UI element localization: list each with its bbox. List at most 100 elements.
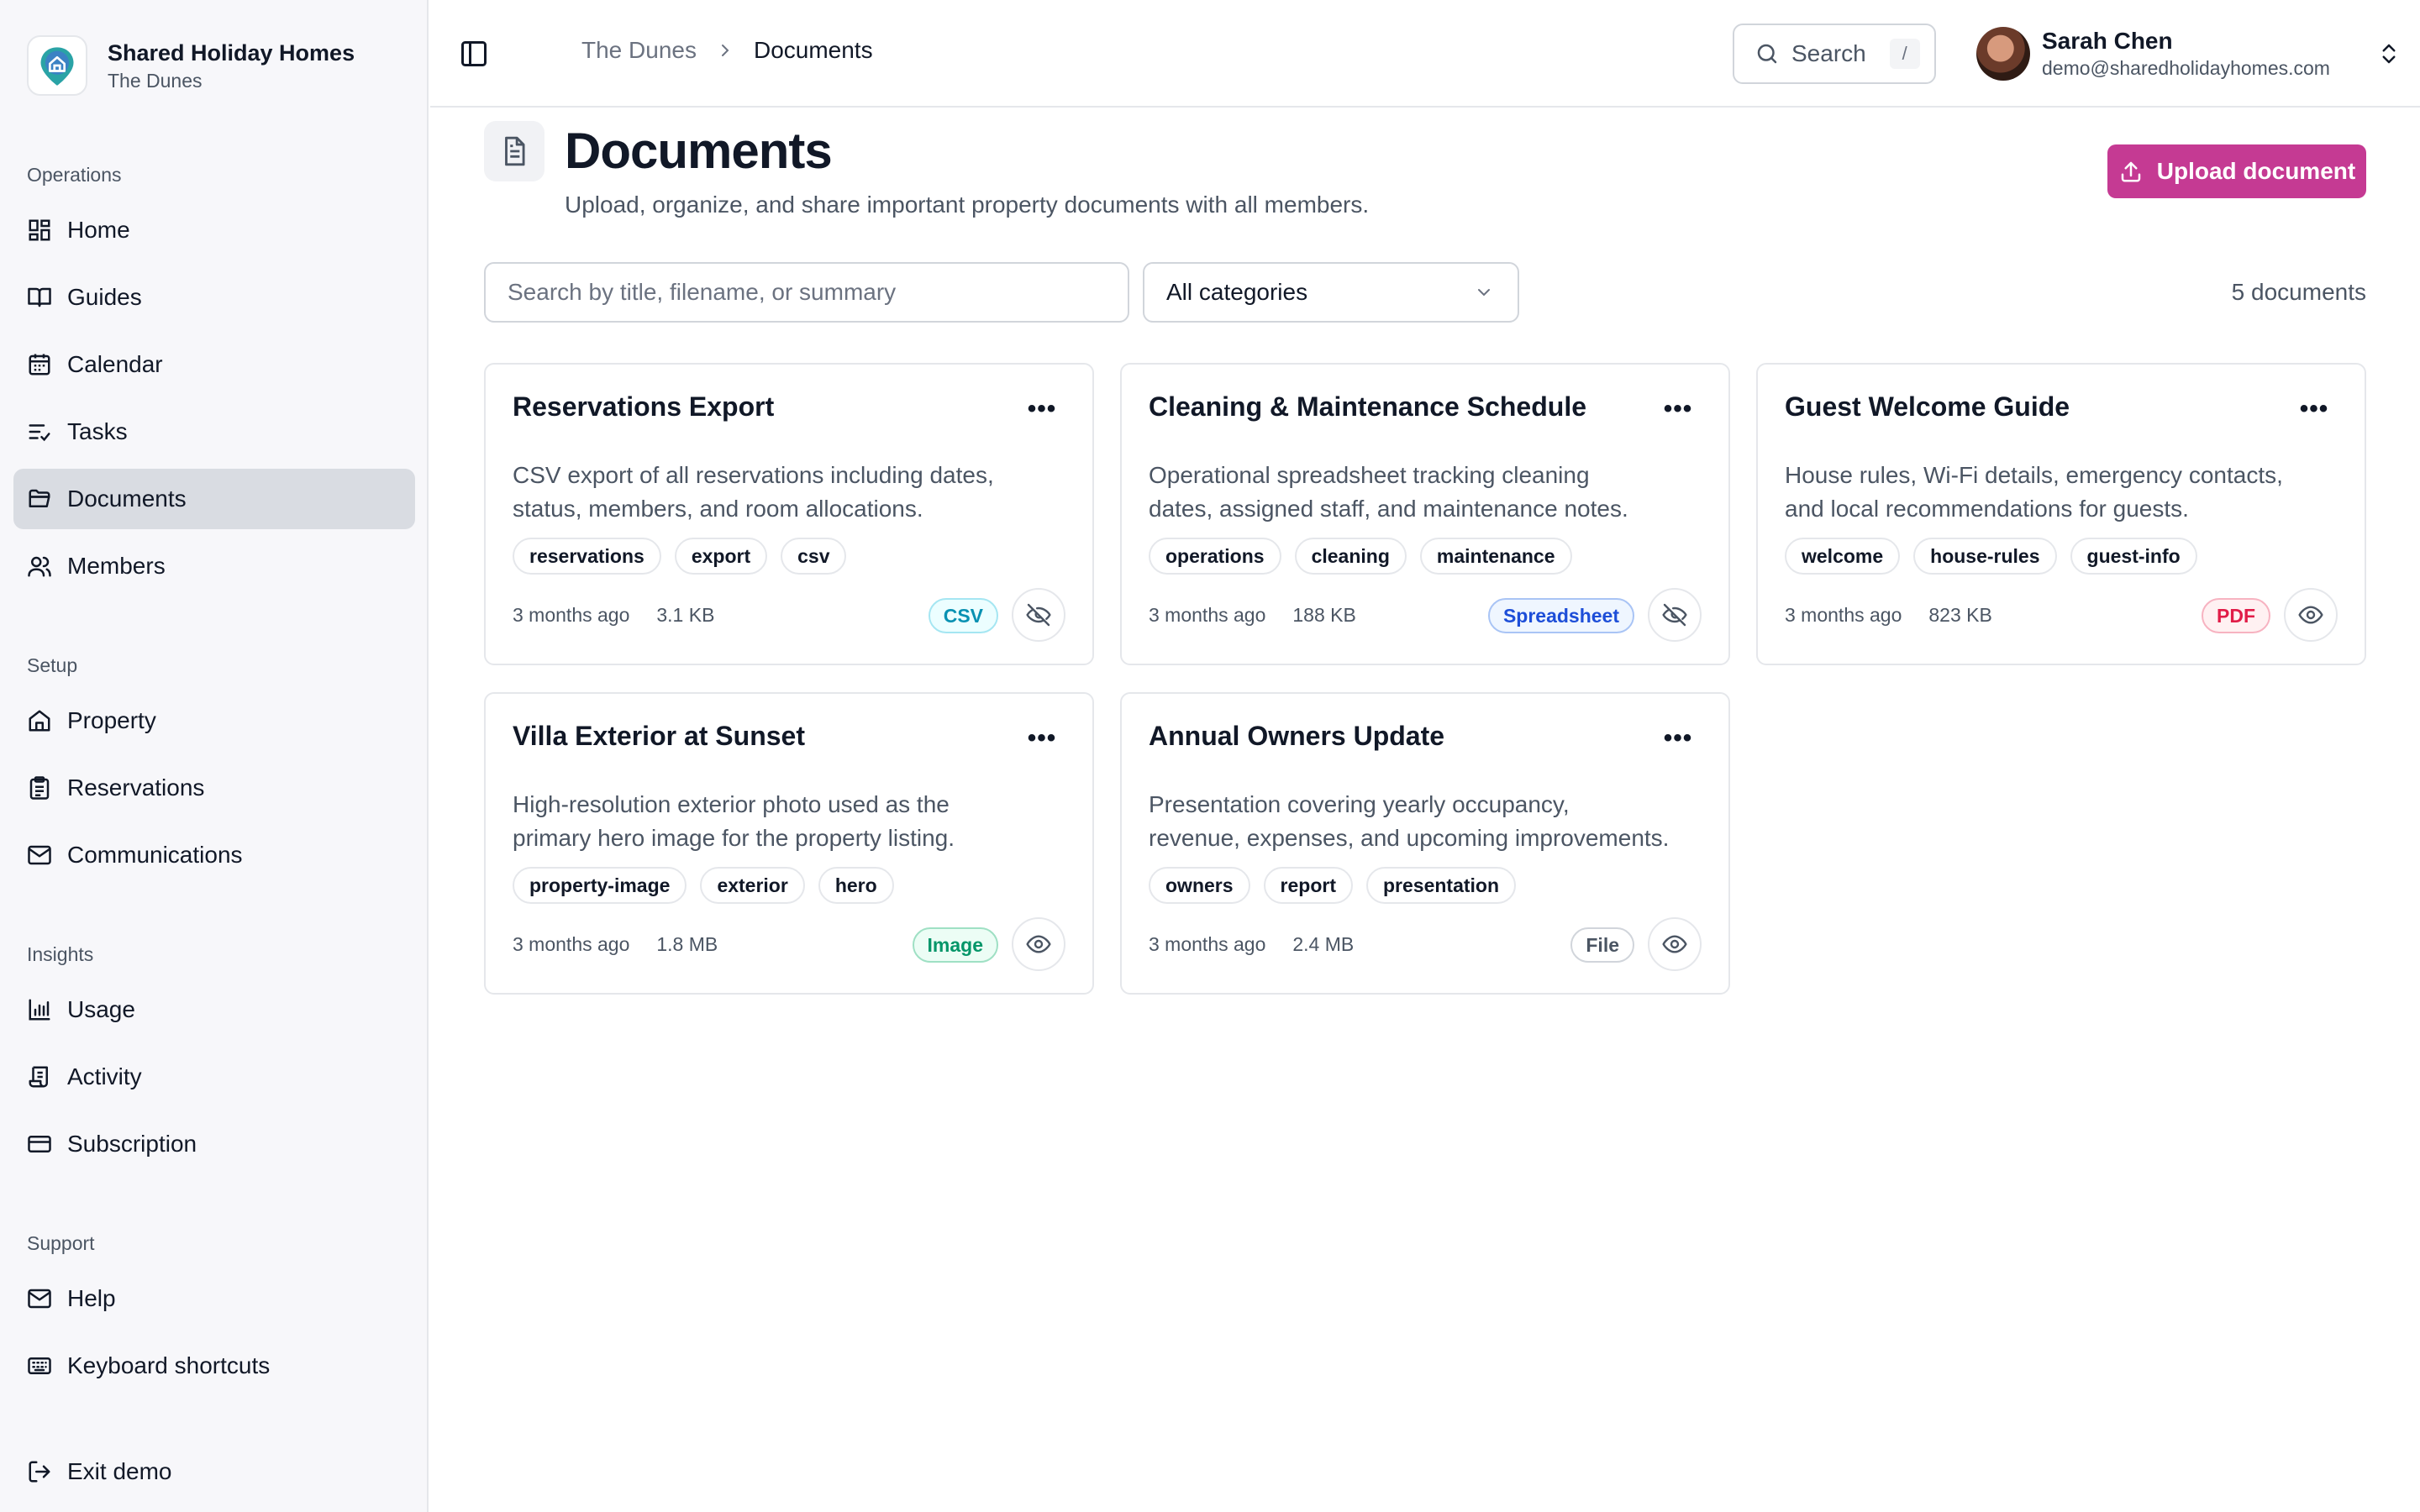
category-select[interactable]: All categories [1143,262,1519,323]
sidebar-item-members[interactable]: Members [13,536,415,596]
document-title[interactable]: Cleaning & Maintenance Schedule [1149,390,1586,423]
document-meta: 3 months ago 2.4 MB [1149,931,1354,958]
tag[interactable]: guest-info [2070,538,2197,575]
document-title[interactable]: Reservations Export [513,390,774,423]
tag[interactable]: maintenance [1419,538,1572,575]
sidebar-item-label: Calendar [67,351,163,377]
sidebar-item-label: Keyboard shortcuts [67,1352,271,1378]
document-card[interactable]: Cleaning & Maintenance Schedule ••• Oper… [1120,363,1730,665]
sidebar-item-keyboard-shortcuts[interactable]: Keyboard shortcuts [13,1336,415,1396]
document-title[interactable]: Villa Exterior at Sunset [513,719,805,753]
summary-line: Presentation covering yearly occupancy, [1149,791,1570,817]
document-age: 3 months ago [513,933,630,955]
global-search-button[interactable]: Search / [1733,24,1936,84]
eye-off-icon [1662,603,1687,627]
users-icon [28,556,51,577]
document-search-input[interactable] [484,262,1129,323]
visibility-toggle-button[interactable] [1012,588,1065,642]
document-card[interactable]: Guest Welcome Guide ••• House rules, Wi-… [1756,363,2366,665]
dashboard-icon [29,219,50,241]
nav-group-exit: Exit demo [13,1441,415,1509]
tag[interactable]: exterior [700,867,805,904]
breadcrumb: The Dunes Documents [581,37,873,64]
nav-group-operations: Operations Home Guides Calendar Tasks Do… [13,158,415,603]
sidebar-item-reservations[interactable]: Reservations [13,758,415,818]
search-shortcut-key: / [1889,39,1920,69]
page-icon [484,121,544,181]
folder-icon [29,489,50,507]
document-title[interactable]: Guest Welcome Guide [1785,390,2070,423]
exit-demo-label: Exit demo [67,1458,172,1484]
search-icon [1757,44,1777,64]
summary-line: High-resolution exterior photo used as t… [513,791,950,817]
tag[interactable]: welcome [1785,538,1901,575]
tag[interactable]: property-image [513,867,687,904]
sidebar-item-usage[interactable]: Usage [13,979,415,1040]
more-options-button[interactable]: ••• [1661,395,1695,423]
more-options-button[interactable]: ••• [1025,724,1059,753]
summary-line: CSV export of all reservations including… [513,462,994,488]
eye-icon [1026,935,1051,953]
visibility-toggle-button[interactable] [1648,917,1702,971]
tag[interactable]: cleaning [1294,538,1407,575]
file-type-badge: File [1570,927,1634,963]
brand-logo [27,35,87,96]
exit-demo-button[interactable]: Exit demo [13,1441,415,1502]
summary-line: dates, assigned staff, and maintenance n… [1149,496,1628,522]
document-card[interactable]: Annual Owners Update ••• Presentation co… [1120,692,1730,995]
chevron-up-down-icon [2382,44,2396,64]
bar-chart-icon [29,999,50,1021]
sidebar-item-communications[interactable]: Communications [13,825,415,885]
tag[interactable]: csv [781,538,847,575]
logout-icon [29,1461,50,1483]
more-options-button[interactable]: ••• [1025,395,1059,423]
tag[interactable]: owners [1149,867,1250,904]
sidebar-item-home[interactable]: Home [13,200,415,260]
more-options-button[interactable]: ••• [1661,724,1695,753]
tag[interactable]: hero [818,867,894,904]
document-summary: CSV export of all reservations including… [513,459,1050,526]
tag[interactable]: house-rules [1913,538,2057,575]
visibility-toggle-button[interactable] [1012,917,1065,971]
sidebar: Shared Holiday Homes The Dunes Operation… [0,0,429,1512]
house-icon [29,710,50,732]
tag[interactable]: presentation [1365,867,1517,904]
tag[interactable]: export [674,538,768,575]
credit-card-icon [28,1136,51,1152]
tag[interactable]: report [1263,867,1353,904]
tag-list: reservations export csv [513,538,847,575]
nav-group-insights: Insights Usage Activity Subscription [13,937,415,1181]
summary-line: Operational spreadsheet tracking cleanin… [1149,462,1590,488]
more-options-button[interactable]: ••• [2297,395,2331,423]
sidebar-item-documents[interactable]: Documents [13,469,415,529]
document-summary: Presentation covering yearly occupancy, … [1149,788,1686,855]
document-card[interactable]: Reservations Export ••• CSV export of al… [484,363,1094,665]
tag[interactable]: operations [1149,538,1281,575]
sidebar-item-calendar[interactable]: Calendar [13,334,415,395]
sidebar-item-property[interactable]: Property [13,690,415,751]
user-menu[interactable]: Sarah Chen demo@sharedholidayhomes.com [1976,24,2402,84]
document-title[interactable]: Annual Owners Update [1149,719,1444,753]
nav-group-support: Support Help Keyboard shortcuts [13,1226,415,1403]
visibility-toggle-button[interactable] [2284,588,2338,642]
document-size: 3.1 KB [656,604,715,626]
visibility-toggle-button[interactable] [1648,588,1702,642]
sidebar-item-subscription[interactable]: Subscription [13,1114,415,1174]
sidebar-item-tasks[interactable]: Tasks [13,402,415,462]
sidebar-item-activity[interactable]: Activity [13,1047,415,1107]
sidebar-item-guides[interactable]: Guides [13,267,415,328]
tag[interactable]: reservations [513,538,661,575]
file-type-badge: Image [912,927,998,963]
file-type-badge: PDF [2202,598,2270,633]
upload-document-button[interactable]: Upload document [2107,144,2366,198]
sidebar-item-help[interactable]: Help [13,1268,415,1329]
sidebar-item-label: Documents [67,486,187,512]
sidebar-toggle-button[interactable] [459,39,489,69]
tag-list: owners report presentation [1149,867,1517,904]
sidebar-item-label: Help [67,1285,116,1311]
breadcrumb-link-property[interactable]: The Dunes [581,37,697,64]
sidebar-item-label: Property [67,707,156,733]
document-age: 3 months ago [1149,933,1266,955]
brand[interactable]: Shared Holiday Homes The Dunes [27,35,355,96]
document-card[interactable]: Villa Exterior at Sunset ••• High-resolu… [484,692,1094,995]
